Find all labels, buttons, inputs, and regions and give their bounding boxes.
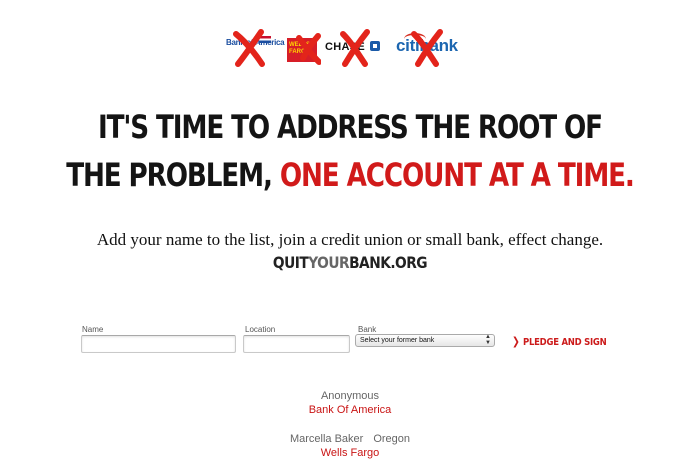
pledger-bank: Wells Fargo	[320, 447, 380, 459]
pledger-location: Oregon	[373, 433, 411, 445]
pledger-name: Anonymous	[320, 390, 380, 402]
name-field[interactable]	[81, 335, 236, 353]
select-arrows-icon: ▲ ▼	[485, 334, 491, 346]
pledge-list-item: Anonymous Bank Of America	[0, 390, 700, 416]
headline-line-2-black: THE PROBLEM,	[66, 156, 280, 194]
call-to-action-text: Add your name to the list, join a credit…	[96, 230, 604, 249]
pledge-and-sign-button[interactable]: ❯ PLEDGE AND SIGN	[512, 335, 607, 348]
pledge-and-sign-label: PLEDGE AND SIGN	[522, 337, 607, 348]
bank-field-label: Bank	[358, 325, 377, 334]
cross-out-icon	[296, 33, 321, 65]
site-name-part-1: QUIT	[272, 253, 309, 272]
headline-line-2: THE PROBLEM, ONE ACCOUNT AT A TIME.	[63, 156, 637, 194]
site-name-part-2: YOUR	[308, 253, 350, 272]
bank-select[interactable]: Select your former bank ▲ ▼	[355, 334, 495, 347]
cross-out-icon	[340, 29, 370, 67]
site-name: QUITYOURBANK.ORG	[49, 253, 651, 272]
pledger-name: Marcella Baker	[289, 433, 364, 445]
cross-out-icon	[411, 29, 443, 67]
citibank-logo: citibank	[394, 28, 458, 68]
bank-select-value: Select your former bank	[360, 337, 435, 344]
headline-line-1: IT'S TIME TO ADDRESS THE ROOT OF	[98, 108, 603, 146]
pledge-form: Name Location Bank Select your former ba…	[0, 322, 700, 362]
location-field[interactable]	[243, 335, 350, 353]
pledger-bank: Bank Of America	[308, 404, 392, 416]
headline-line-2-red: ONE ACCOUNT AT A TIME.	[279, 156, 635, 194]
chevron-right-icon: ❯	[512, 335, 520, 348]
cross-out-icon	[233, 29, 265, 67]
bank-of-america-logo: Bank of America	[226, 28, 285, 68]
wells-fargo-logo: WELLS FARGO	[285, 28, 321, 68]
crossed-out-bank-logos: Bank of America WELLS FARGO CHASE citiba…	[0, 28, 700, 68]
name-field-label: Name	[82, 325, 104, 334]
location-field-label: Location	[245, 325, 276, 334]
site-name-part-3: BANK.ORG	[349, 253, 428, 272]
pledge-list-item: Marcella Baker Oregon Wells Fargo	[0, 433, 700, 459]
chase-logo: CHASE	[323, 28, 383, 68]
